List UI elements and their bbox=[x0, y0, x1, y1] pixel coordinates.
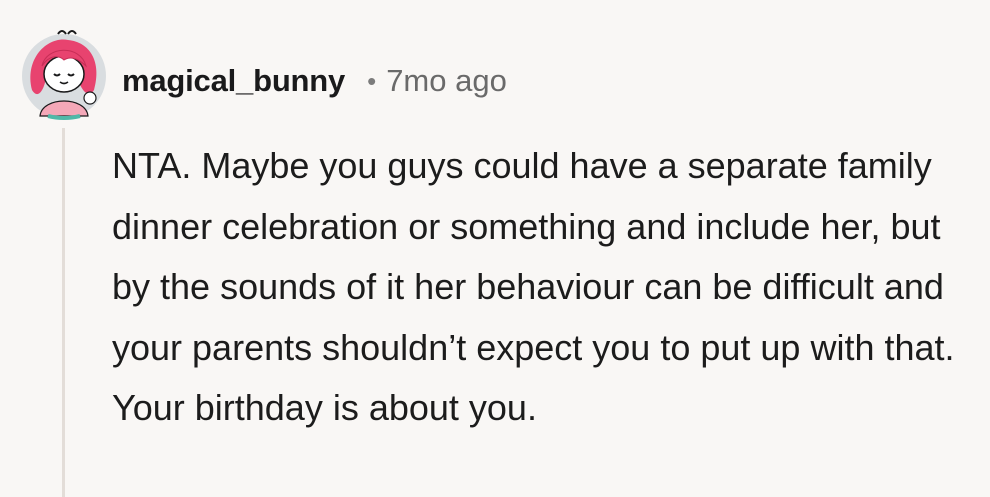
thread-line[interactable] bbox=[62, 128, 65, 497]
author-username[interactable]: magical_bunny bbox=[122, 63, 345, 99]
comment-timestamp[interactable]: 7mo ago bbox=[386, 63, 507, 99]
separator-dot: • bbox=[367, 66, 377, 96]
pink-haired-character-avatar-icon bbox=[22, 30, 106, 120]
comment-text: NTA. Maybe you guys could have a separat… bbox=[112, 145, 955, 428]
user-avatar[interactable] bbox=[18, 28, 110, 120]
comment-card: magical_bunny • 7mo ago NTA. Maybe you g… bbox=[0, 0, 990, 497]
comment-header: magical_bunny • 7mo ago bbox=[122, 56, 507, 106]
comment-body: NTA. Maybe you guys could have a separat… bbox=[112, 136, 980, 439]
